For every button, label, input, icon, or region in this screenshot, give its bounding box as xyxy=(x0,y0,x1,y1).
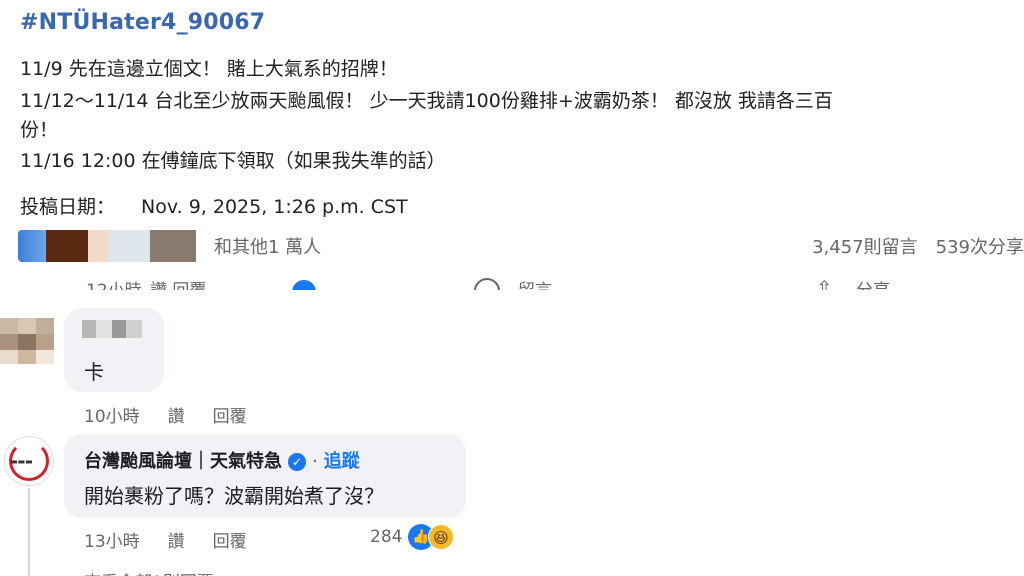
verified-badge-icon: ✓ xyxy=(288,453,306,471)
haha-icon: 😆 xyxy=(428,524,454,550)
post-stats: 3,457則留言 539次分享 xyxy=(812,233,1024,259)
comment-reply-button[interactable]: 回覆 xyxy=(213,532,247,552)
reactor-avatars-blurred xyxy=(88,230,108,262)
comment-meta: 13小時 讚 回覆 xyxy=(84,527,275,552)
post-hashtag[interactable]: #NTÜHater4_90067 xyxy=(20,10,265,35)
like-reaction-icon xyxy=(292,280,316,290)
comment-bubble: 卡 xyxy=(64,308,164,392)
post-body-line: 11/12～11/14 台北至少放兩天颱風假！ 少一天我請100份雞排+波霸奶茶… xyxy=(20,90,833,112)
post-body-line: 11/16 12:00 在傅鐘底下領取（如果我失準的話） xyxy=(20,150,446,172)
reactor-avatars-blurred xyxy=(150,230,196,262)
comment-reply-button[interactable]: 回覆 xyxy=(213,407,247,427)
post-date: 投稿日期： Nov. 9, 2025, 1:26 p.m. CST xyxy=(20,192,408,219)
comment-text: 卡 xyxy=(84,360,104,384)
action-bar-partial: 12小時 讚 回覆 留言 ⇧ 分享 xyxy=(0,272,1024,290)
reactor-avatars-blurred xyxy=(46,230,88,262)
comment-icon xyxy=(474,278,500,290)
reactor-avatars-blurred xyxy=(108,230,150,262)
reaction-count: 284 xyxy=(370,527,403,547)
reactor-avatars-blurred xyxy=(18,230,46,262)
post-body-line: 11/9 先在這邊立個文！ 賭上大氣系的招牌！ xyxy=(20,58,398,80)
comment-meta: 10小時 讚 回覆 xyxy=(84,402,275,427)
follow-button[interactable]: 追蹤 xyxy=(324,451,360,472)
comment-bubble: 台灣颱風論壇｜天氣特急 ✓ · 追蹤 開始裹粉了嗎？波霸開始煮了沒？ xyxy=(64,434,466,518)
post-date-value: Nov. 9, 2025, 1:26 p.m. CST xyxy=(141,196,408,218)
logo-mark: ▬▬▬ xyxy=(10,457,33,466)
reply-thread-line xyxy=(28,488,30,576)
view-more-replies[interactable]: 查看全部1則回覆 xyxy=(84,568,214,576)
commenter-name-blurred[interactable] xyxy=(82,320,142,338)
comment-like-button[interactable]: 讚 xyxy=(168,407,185,427)
reactions-summary: 和其他1 萬人 3,457則留言 539次分享 xyxy=(18,230,1024,262)
comment-text: 開始裹粉了嗎？波霸開始煮了沒？ xyxy=(84,484,384,508)
action-share[interactable]: 分享 xyxy=(856,276,890,290)
action-time: 12小時 xyxy=(86,276,142,290)
avatar-blurred[interactable] xyxy=(0,318,54,364)
separator-dot: · xyxy=(312,451,318,472)
post-date-label: 投稿日期： xyxy=(20,196,116,218)
action-comment[interactable]: 留言 xyxy=(518,276,552,290)
comments-count[interactable]: 3,457則留言 xyxy=(812,237,918,258)
comment-time[interactable]: 10小時 xyxy=(84,407,140,427)
action-like[interactable]: 讚 回覆 xyxy=(150,276,206,290)
commenter-name[interactable]: 台灣颱風論壇｜天氣特急 ✓ · 追蹤 xyxy=(84,447,360,473)
shares-count[interactable]: 539次分享 xyxy=(936,237,1024,258)
reactions-others-text[interactable]: 和其他1 萬人 xyxy=(214,233,321,259)
post-body-line: 份！ xyxy=(20,119,59,141)
share-icon: ⇧ xyxy=(816,276,833,290)
comment-like-button[interactable]: 讚 xyxy=(168,532,185,552)
page-avatar[interactable]: ▬▬▬ xyxy=(4,436,54,486)
comment-time[interactable]: 13小時 xyxy=(84,532,140,552)
